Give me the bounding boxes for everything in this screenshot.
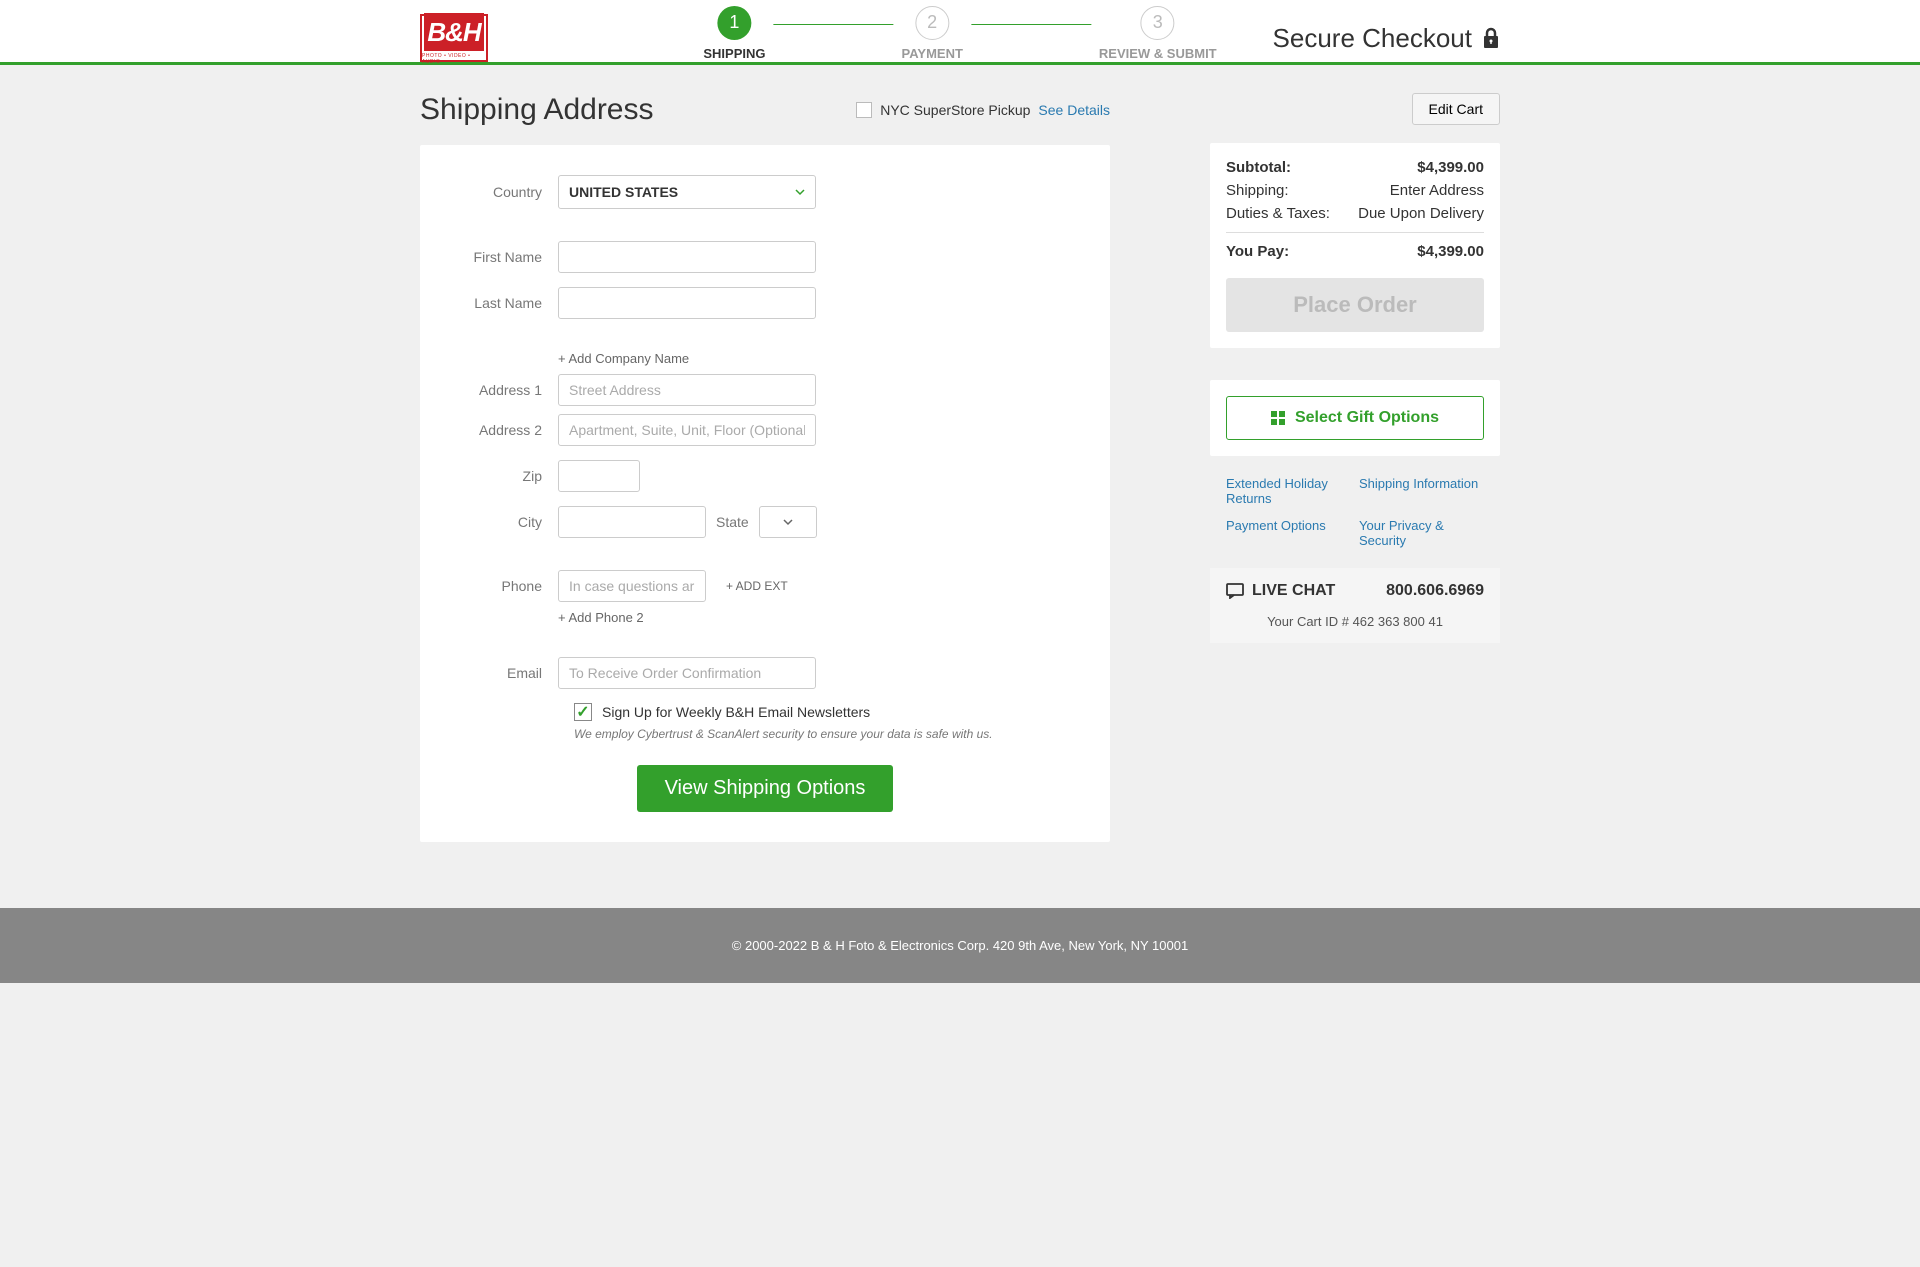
checkout-steps: 1 SHIPPING 2 PAYMENT 3 REVIEW & SUBMIT bbox=[703, 6, 1216, 71]
step-label: PAYMENT bbox=[901, 46, 962, 71]
email-label: Email bbox=[448, 665, 558, 681]
state-label: State bbox=[716, 514, 749, 530]
order-summary: Subtotal: $4,399.00 Shipping: Enter Addr… bbox=[1210, 143, 1500, 348]
gift-options-button[interactable]: Select Gift Options bbox=[1226, 396, 1484, 440]
view-shipping-options-button[interactable]: View Shipping Options bbox=[637, 765, 894, 812]
gift-options-card: Select Gift Options bbox=[1210, 380, 1500, 456]
returns-link[interactable]: Extended Holiday Returns bbox=[1226, 476, 1351, 506]
lock-icon bbox=[1482, 27, 1500, 49]
country-label: Country bbox=[448, 184, 558, 200]
add-ext-link[interactable]: + ADD EXT bbox=[726, 579, 788, 593]
pickup-label: NYC SuperStore Pickup bbox=[880, 102, 1030, 118]
step-connector bbox=[971, 24, 1091, 25]
state-select[interactable] bbox=[759, 506, 817, 538]
first-name-input[interactable] bbox=[558, 241, 816, 273]
subtotal-value: $4,399.00 bbox=[1417, 159, 1484, 176]
step-number: 2 bbox=[915, 6, 949, 40]
address1-input[interactable] bbox=[558, 374, 816, 406]
first-name-label: First Name bbox=[448, 249, 558, 265]
step-review: 3 REVIEW & SUBMIT bbox=[1099, 6, 1217, 71]
chevron-down-icon bbox=[795, 187, 805, 197]
step-shipping: 1 SHIPPING bbox=[703, 6, 765, 71]
secure-checkout-label: Secure Checkout bbox=[1273, 23, 1500, 54]
address2-input[interactable] bbox=[558, 414, 816, 446]
add-phone-link[interactable]: + Add Phone 2 bbox=[558, 610, 644, 625]
last-name-input[interactable] bbox=[558, 287, 816, 319]
add-company-link[interactable]: + Add Company Name bbox=[558, 351, 689, 366]
phone-label: Phone bbox=[448, 578, 558, 594]
duties-value: Due Upon Delivery bbox=[1358, 205, 1484, 222]
city-input[interactable] bbox=[558, 506, 706, 538]
city-label: City bbox=[448, 514, 558, 530]
pickup-checkbox[interactable] bbox=[856, 102, 872, 118]
footer: © 2000-2022 B & H Foto & Electronics Cor… bbox=[0, 908, 1920, 983]
country-select[interactable]: UNITED STATES bbox=[558, 175, 816, 209]
step-payment: 2 PAYMENT bbox=[901, 6, 962, 71]
gift-icon bbox=[1271, 411, 1285, 425]
email-input[interactable] bbox=[558, 657, 816, 689]
store-pickup-option: NYC SuperStore Pickup See Details bbox=[856, 102, 1110, 118]
step-label: REVIEW & SUBMIT bbox=[1099, 46, 1217, 71]
address2-label: Address 2 bbox=[448, 422, 558, 438]
check-icon: ✓ bbox=[576, 702, 589, 722]
chevron-down-icon bbox=[783, 517, 793, 527]
phone-input[interactable] bbox=[558, 570, 706, 602]
chat-card: LIVE CHAT 800.606.6969 Your Cart ID # 46… bbox=[1210, 568, 1500, 643]
step-number: 3 bbox=[1141, 6, 1175, 40]
zip-input[interactable] bbox=[558, 460, 640, 492]
zip-label: Zip bbox=[448, 468, 558, 484]
youpay-label: You Pay: bbox=[1226, 243, 1289, 260]
newsletter-checkbox[interactable]: ✓ bbox=[574, 703, 592, 721]
payment-options-link[interactable]: Payment Options bbox=[1226, 518, 1351, 548]
security-note: We employ Cybertrust & ScanAlert securit… bbox=[574, 727, 1110, 741]
page-title: Shipping Address bbox=[420, 93, 654, 127]
step-label: SHIPPING bbox=[703, 46, 765, 71]
shipping-label: Shipping: bbox=[1226, 182, 1289, 199]
live-chat-button[interactable]: LIVE CHAT bbox=[1226, 582, 1335, 600]
shipping-info-link[interactable]: Shipping Information bbox=[1359, 476, 1484, 506]
header: B&H PHOTO • VIDEO • AUDIO 1 SHIPPING 2 P… bbox=[0, 0, 1920, 65]
shipping-value: Enter Address bbox=[1390, 182, 1484, 199]
newsletter-label: Sign Up for Weekly B&H Email Newsletters bbox=[602, 704, 870, 720]
edit-cart-button[interactable]: Edit Cart bbox=[1412, 93, 1500, 125]
address1-label: Address 1 bbox=[448, 382, 558, 398]
logo-text: B&H bbox=[424, 13, 484, 51]
see-details-link[interactable]: See Details bbox=[1038, 102, 1110, 118]
phone-number: 800.606.6969 bbox=[1386, 582, 1484, 600]
divider bbox=[1226, 232, 1484, 233]
step-number: 1 bbox=[717, 6, 751, 40]
logo[interactable]: B&H PHOTO • VIDEO • AUDIO bbox=[420, 14, 488, 62]
shipping-form: Country UNITED STATES First Name Last Na… bbox=[420, 145, 1110, 842]
place-order-button: Place Order bbox=[1226, 278, 1484, 332]
chat-icon bbox=[1226, 583, 1244, 599]
last-name-label: Last Name bbox=[448, 295, 558, 311]
privacy-link[interactable]: Your Privacy & Security bbox=[1359, 518, 1484, 548]
subtotal-label: Subtotal: bbox=[1226, 159, 1291, 176]
cart-id: Your Cart ID # 462 363 800 41 bbox=[1226, 614, 1484, 629]
duties-label: Duties & Taxes: bbox=[1226, 205, 1330, 222]
info-links: Extended Holiday Returns Shipping Inform… bbox=[1210, 456, 1500, 568]
step-connector bbox=[773, 24, 893, 25]
logo-subtitle: PHOTO • VIDEO • AUDIO bbox=[422, 53, 486, 65]
youpay-value: $4,399.00 bbox=[1417, 243, 1484, 260]
